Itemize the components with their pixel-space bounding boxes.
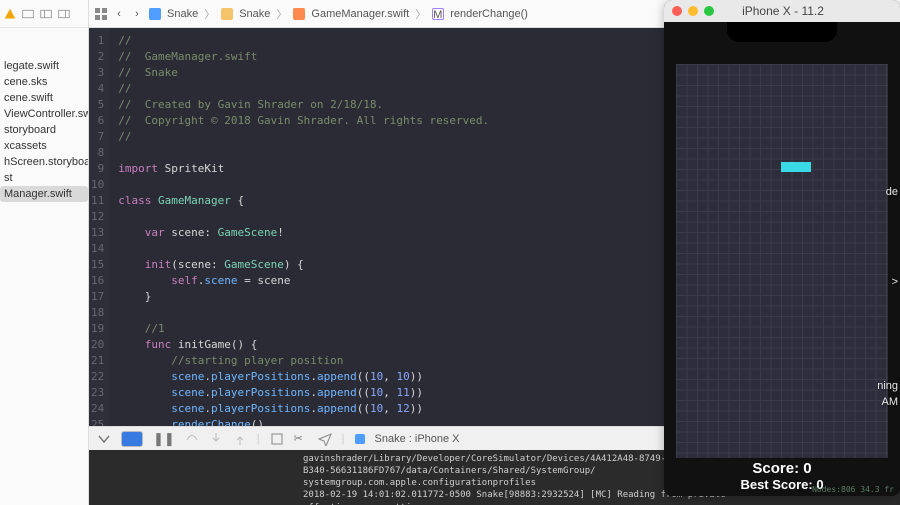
device-notch [727, 22, 837, 42]
method-icon: M [432, 8, 444, 20]
panel-icon [22, 8, 34, 20]
step-over-icon[interactable] [185, 432, 199, 446]
desktop-item-label: ning [877, 380, 898, 392]
memory-icon[interactable]: ✂ [294, 432, 308, 446]
simulator-screen[interactable]: Score: 0 Best Score: 0 Nodes:806 34.3 fr [664, 22, 900, 496]
swift-file-icon [293, 8, 305, 20]
hide-debug-icon[interactable] [97, 432, 111, 446]
close-icon[interactable] [672, 6, 682, 16]
scheme-icon [355, 434, 365, 444]
panel-icon-3 [58, 8, 70, 20]
navigator-sidebar: legate.swiftcene.skscene.swiftViewContro… [0, 0, 89, 505]
render-stats: Nodes:806 34.3 fr [812, 485, 894, 494]
crumb-method[interactable]: renderChange() [450, 8, 528, 20]
pause-icon[interactable]: ❚❚ [153, 431, 175, 447]
back-icon[interactable]: ‹ [113, 8, 125, 20]
window-controls [672, 6, 714, 16]
zoom-icon[interactable] [704, 6, 714, 16]
location-icon[interactable] [318, 432, 332, 446]
file-item[interactable]: cene.sks [0, 74, 88, 90]
snake-segment [781, 162, 791, 172]
crumb-project[interactable]: Snake [167, 8, 198, 20]
grid-icon[interactable] [95, 8, 107, 20]
simulator-title: iPhone X - 11.2 [720, 4, 846, 18]
project-icon [149, 8, 161, 20]
breakpoints-button[interactable] [121, 431, 143, 447]
navigator-selector[interactable] [0, 0, 88, 28]
step-in-icon[interactable] [209, 432, 223, 446]
panel-icon-2 [40, 8, 52, 20]
file-item[interactable]: st [0, 170, 88, 186]
crumb-file[interactable]: GameManager.swift [311, 8, 409, 20]
minimize-icon[interactable] [688, 6, 698, 16]
desktop-item-label: de [886, 186, 898, 198]
crumb-folder[interactable]: Snake [239, 8, 270, 20]
simulator-window: iPhone X - 11.2 Score: 0 Best Score: 0 N… [664, 0, 900, 496]
file-item[interactable]: Manager.swift [0, 186, 88, 202]
debug-scheme[interactable]: Snake : iPhone X [375, 433, 460, 445]
step-out-icon[interactable] [233, 432, 247, 446]
desktop-item-label: > [892, 276, 898, 288]
view-debug-icon[interactable] [270, 432, 284, 446]
file-item[interactable]: cene.swift [0, 90, 88, 106]
file-item[interactable]: ViewController.swift [0, 106, 88, 122]
desktop-item-label: AM [882, 396, 899, 408]
snake-segment [801, 162, 811, 172]
crumb-sep: 〉 [204, 6, 215, 22]
crumb-sep: 〉 [276, 6, 287, 22]
warning-icon [4, 8, 16, 20]
console-output: gavinshrader/Library/Developer/CoreSimul… [303, 453, 726, 502]
simulator-titlebar[interactable]: iPhone X - 11.2 [664, 0, 900, 22]
line-gutter[interactable]: 1234567891011121314151617181920212223242… [89, 28, 110, 426]
forward-icon[interactable]: › [131, 8, 143, 20]
score-label: Score: 0 [664, 460, 900, 477]
snake-segment [791, 162, 801, 172]
file-item[interactable]: xcassets [0, 138, 88, 154]
file-item[interactable]: legate.swift [0, 58, 88, 74]
crumb-sep: 〉 [415, 6, 426, 22]
folder-icon [221, 8, 233, 20]
file-item[interactable]: storyboard [0, 122, 88, 138]
file-list: legate.swiftcene.skscene.swiftViewContro… [0, 28, 88, 505]
game-grid[interactable] [676, 64, 888, 458]
file-item[interactable]: hScreen.storyboard [0, 154, 88, 170]
